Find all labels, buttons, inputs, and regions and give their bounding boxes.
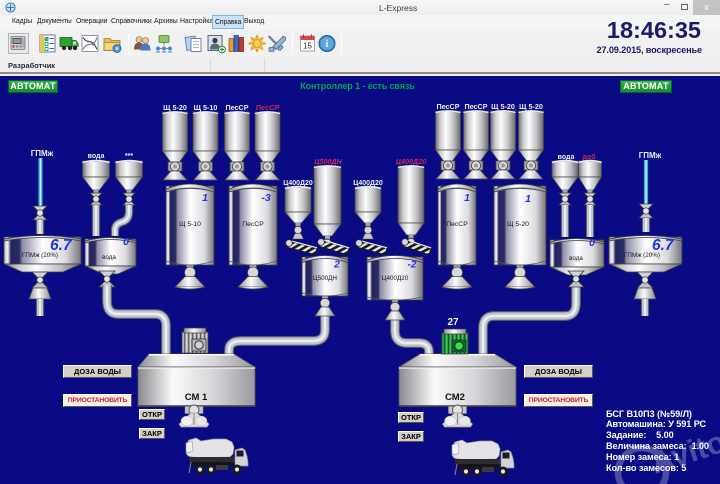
svg-text:ПесСР: ПесСР — [464, 102, 487, 111]
svg-text:Щ 5-10: Щ 5-10 — [179, 221, 201, 228]
svg-text:СМ2: СМ2 — [445, 392, 465, 403]
svg-text:СМ 1: СМ 1 — [185, 392, 208, 403]
svg-text:0: 0 — [123, 236, 129, 248]
svg-text:вода: вода — [569, 255, 583, 262]
svg-text:Щ 5-20: Щ 5-20 — [491, 102, 515, 111]
svg-text:1: 1 — [202, 192, 208, 204]
svg-text:ГПМж (20%): ГПМж (20%) — [624, 252, 660, 259]
svg-text:вода: вода — [102, 254, 116, 261]
svg-text:i: i — [326, 39, 329, 50]
svg-text:ПесСР: ПесСР — [225, 103, 248, 112]
svg-text:Щ 5-20: Щ 5-20 — [163, 103, 187, 112]
svg-text:15: 15 — [303, 42, 312, 51]
svg-text:Ц500ДН: Ц500ДН — [314, 157, 342, 166]
svg-text:1: 1 — [464, 192, 470, 204]
svg-text:вода: вода — [88, 153, 105, 160]
svg-text:ГПМж: ГПМж — [639, 151, 662, 160]
svg-text:27: 27 — [447, 317, 459, 328]
svg-text:2: 2 — [333, 260, 340, 271]
svg-text:-3: -3 — [261, 192, 270, 204]
svg-text:ГПМж: ГПМж — [31, 149, 54, 158]
svg-text:Ц400Д20: Ц400Д20 — [396, 157, 426, 166]
svg-text:ПесСР: ПесСР — [436, 102, 459, 111]
svg-text:Щ 5-20: Щ 5-20 — [507, 221, 529, 228]
svg-text:ПесСР: ПесСР — [242, 221, 264, 228]
svg-text:ПесСР: ПесСР — [446, 221, 468, 228]
svg-text:1: 1 — [525, 193, 531, 205]
svg-text:***: *** — [125, 153, 133, 160]
svg-text:ПесСР: ПесСР — [256, 103, 279, 112]
svg-text:Щ 5-20: Щ 5-20 — [519, 102, 543, 111]
svg-text:-2: -2 — [408, 260, 417, 271]
svg-text:0: 0 — [589, 237, 595, 249]
svg-text:Щ 5-10: Щ 5-10 — [194, 103, 218, 112]
svg-text:Ц400Д20: Ц400Д20 — [382, 275, 409, 282]
svg-text:Ц500ДН: Ц500ДН — [313, 275, 337, 282]
svg-text:ГПМж (20%): ГПМж (20%) — [22, 252, 58, 259]
